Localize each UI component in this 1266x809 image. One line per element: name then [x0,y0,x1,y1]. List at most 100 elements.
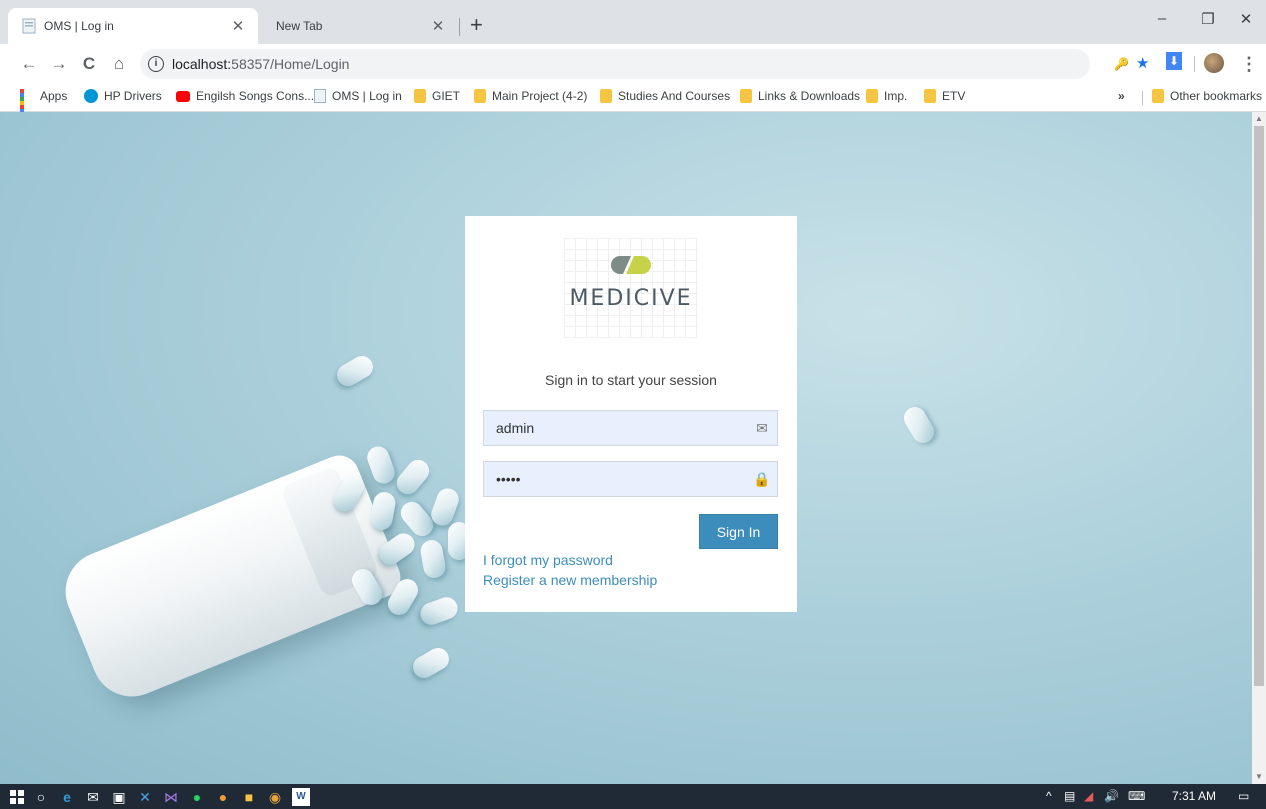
bookmark-label: Imp. [884,89,908,103]
pill-image [409,643,453,683]
bookmark-studies[interactable]: Studies And Courses [600,89,730,103]
forgot-password-link[interactable]: I forgot my password [483,552,613,568]
vscode-icon[interactable]: ✕ [136,788,154,806]
bookmark-label: ETV [942,89,966,103]
bookmark-label: Main Project (4-2) [492,89,588,103]
bookmark-hp-drivers[interactable]: HP Drivers [84,89,162,103]
bookmark-label: OMS | Log in [332,89,402,103]
bookmark-label: Other bookmarks [1170,89,1263,103]
register-link[interactable]: Register a new membership [483,572,657,588]
bookmark-label: Studies And Courses [618,89,731,103]
folder-icon [924,89,936,103]
pill-image [899,403,939,447]
apps-grid-icon [20,89,34,125]
pill-image [418,538,448,580]
folder-icon [866,89,878,103]
forward-button[interactable]: → [48,54,70,74]
windows-taskbar: ○ e ✉ ▣ ✕ ⋈ ● ● ■ ◉ W ^ ▤ ◢ 🔊 ⌨ 7:31 AM … [0,784,1266,809]
bookmark-other[interactable]: Other bookmarks [1152,89,1262,103]
url-path: 58357/Home/Login [231,56,350,72]
chrome-icon[interactable]: ◉ [266,788,284,806]
menu-icon[interactable]: ⋮ [1240,54,1258,74]
star-icon[interactable]: ★ [1136,54,1149,74]
pill-image [333,351,377,391]
page-background: MEDICIVE Sign in to start your session ✉… [0,112,1252,784]
tab-title: New Tab [276,19,323,33]
toolbar-divider [1194,56,1195,72]
close-icon[interactable]: ✕ [428,17,448,35]
password-input[interactable] [484,462,747,496]
folder-icon [474,89,486,103]
pill-image [417,594,461,628]
bookmark-imp[interactable]: Imp. [866,89,907,103]
page-scrollbar[interactable]: ▲ ▼ [1252,112,1266,784]
restore-button[interactable]: ❐ [1188,10,1228,28]
bookmark-label: Engilsh Songs Cons... [196,89,315,103]
folder-icon [740,89,752,103]
address-bar[interactable]: i localhost: 58357/Home/Login [140,49,1090,79]
close-icon[interactable]: ✕ [228,17,248,35]
network-icon[interactable]: ▤ [1064,789,1075,803]
capsule-logo-icon [611,256,651,274]
store-icon[interactable]: ▣ [110,788,128,806]
close-window-button[interactable]: ✕ [1226,10,1266,28]
minimize-button[interactable]: – [1142,10,1182,27]
pill-image [392,455,434,499]
notifications-icon[interactable]: ▭ [1238,789,1249,803]
username-field[interactable]: ✉ [483,410,778,446]
key-icon[interactable]: 🔑 [1114,54,1129,74]
search-icon[interactable]: ○ [32,788,50,806]
back-button[interactable]: ← [18,54,40,74]
scroll-up-arrow-icon[interactable]: ▲ [1252,114,1266,123]
info-icon[interactable]: i [148,56,164,72]
reload-button[interactable]: C [78,54,100,74]
brand-logo: MEDICIVE [564,238,698,338]
edge-icon[interactable]: e [58,788,76,806]
avatar[interactable] [1204,53,1224,73]
scroll-thumb[interactable] [1254,126,1264,686]
tray-arrow-icon[interactable]: ^ [1046,789,1052,803]
tab-oms-login[interactable]: OMS | Log in ✕ [8,8,258,44]
pill-image [368,490,398,532]
sign-in-button[interactable]: Sign In [699,514,778,549]
home-button[interactable]: ⌂ [108,54,130,74]
hp-icon [84,89,98,103]
file-explorer-icon[interactable]: ■ [240,788,258,806]
bookmark-label: Links & Downloads [758,89,861,103]
login-message: Sign in to start your session [545,372,717,388]
bookmark-apps[interactable]: Apps [20,89,67,125]
tab-strip: OMS | Log in ✕ New Tab ✕ + – ❐ ✕ [0,0,1266,44]
folder-icon [414,89,426,103]
username-input[interactable] [484,411,747,445]
speaker-icon[interactable]: 🔊 [1104,789,1119,803]
whatsapp-icon[interactable]: ● [188,788,206,806]
password-field[interactable]: 🔒 [483,461,778,497]
keyboard-icon[interactable]: ⌨ [1128,789,1145,803]
bookmark-etv[interactable]: ETV [924,89,965,103]
download-icon[interactable]: ⬇ [1166,52,1182,70]
bookmark-oms-login[interactable]: OMS | Log in [314,89,402,103]
visual-studio-icon[interactable]: ⋈ [162,788,180,806]
bookmarks-divider [1142,91,1143,105]
bookmarks-overflow-button[interactable]: » [1118,89,1125,103]
bookmark-english-songs[interactable]: Engilsh Songs Cons... [176,89,314,103]
pill-image [364,443,398,487]
firefox-icon[interactable]: ● [214,788,232,806]
clock[interactable]: 7:31 AM [1172,789,1216,803]
battery-icon[interactable]: ◢ [1084,789,1093,803]
youtube-icon [176,90,190,102]
bookmarks-bar: Apps HP Drivers Engilsh Songs Cons... OM… [0,84,1266,125]
scroll-down-arrow-icon[interactable]: ▼ [1252,772,1266,781]
mail-icon[interactable]: ✉ [84,788,102,806]
bookmark-main-project[interactable]: Main Project (4-2) [474,89,587,103]
bookmark-giet[interactable]: GIET [414,89,460,103]
tab-new-tab[interactable]: New Tab ✕ [258,8,458,44]
envelope-icon: ✉ [756,419,768,436]
new-tab-button[interactable]: + [470,14,483,36]
tab-title: OMS | Log in [44,19,114,33]
word-icon[interactable]: W [292,788,310,806]
page-icon [22,18,36,34]
bookmark-links-downloads[interactable]: Links & Downloads [740,89,860,103]
windows-start-icon[interactable] [8,788,26,806]
folder-icon [600,89,612,103]
